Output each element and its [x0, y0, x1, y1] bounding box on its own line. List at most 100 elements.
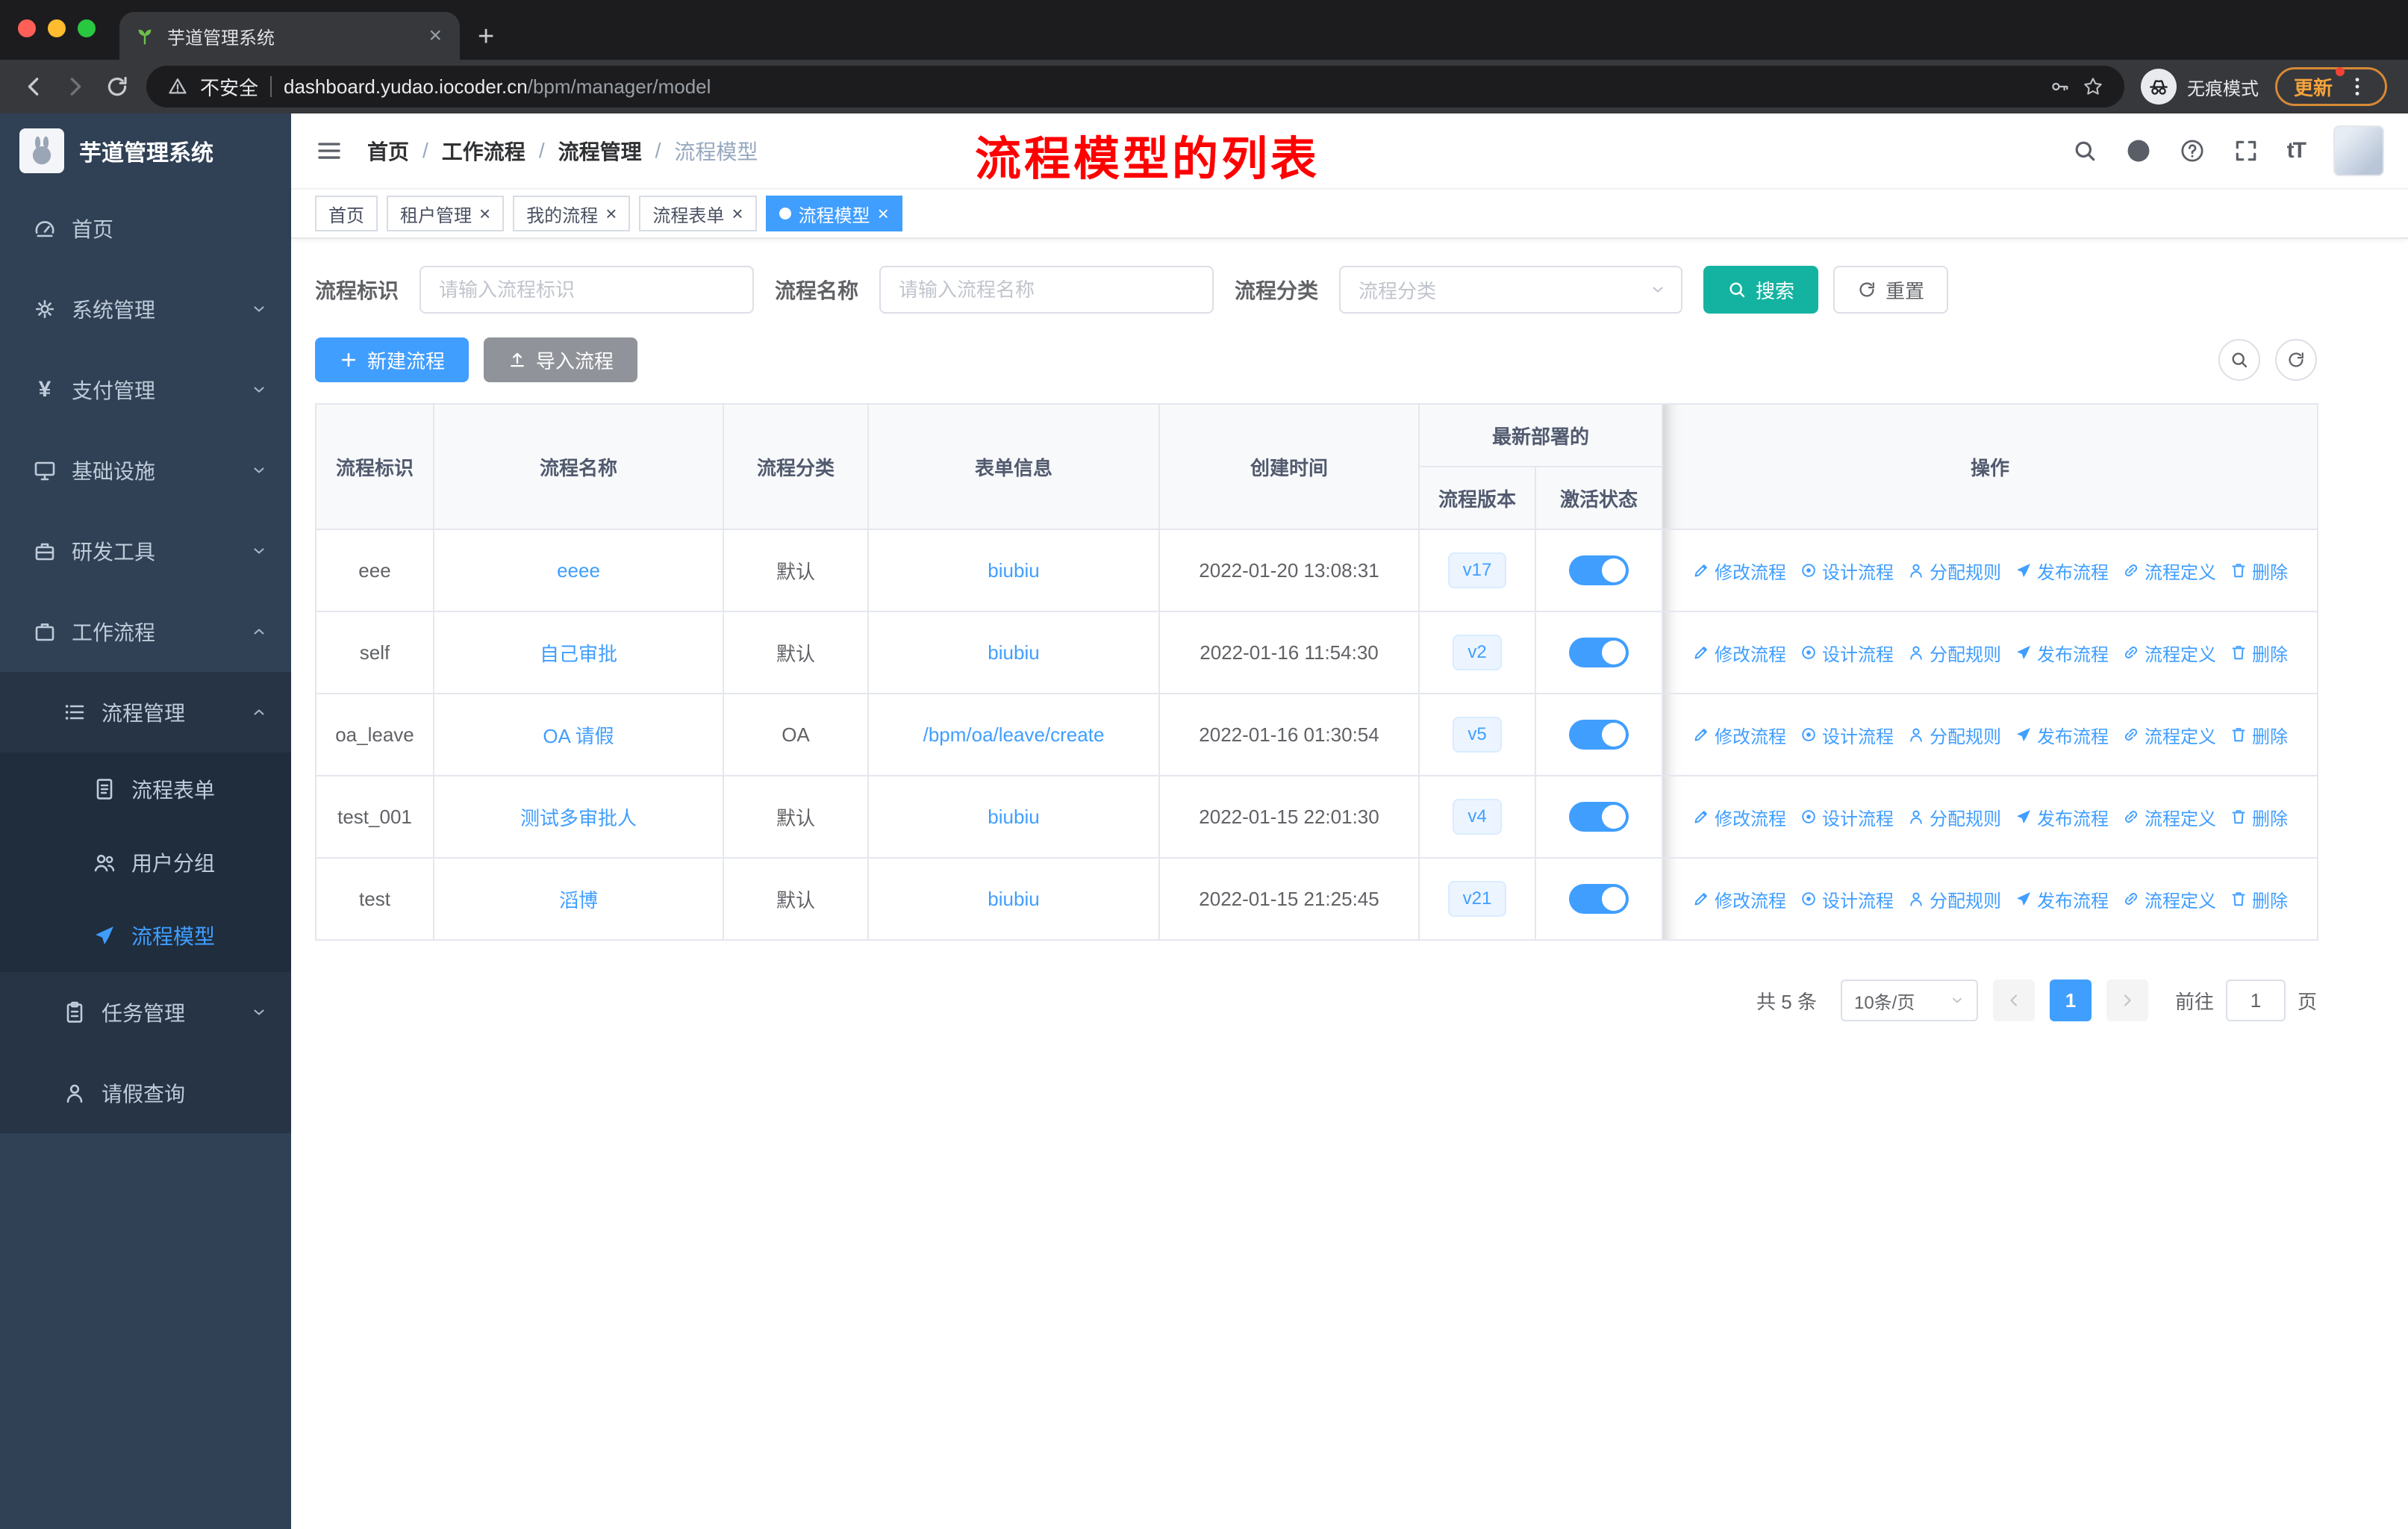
close-icon[interactable]: ×	[732, 204, 743, 223]
browser-menu-icon[interactable]	[2346, 75, 2368, 98]
sidebar-item-home[interactable]: 首页	[0, 188, 291, 269]
font-size-icon[interactable]: tT	[2287, 138, 2306, 164]
status-toggle[interactable]	[1569, 555, 1629, 585]
goto-page-input[interactable]	[2225, 980, 2286, 1021]
prev-page-button[interactable]	[1992, 980, 2035, 1021]
process-name-link[interactable]: OA 请假	[543, 725, 614, 747]
import-process-button[interactable]: 导入流程	[484, 337, 638, 382]
forward-icon[interactable]	[63, 74, 88, 99]
version-badge[interactable]: v17	[1447, 552, 1507, 588]
sidebar-item-user-group[interactable]: 用户分组	[0, 826, 291, 899]
version-badge[interactable]: v2	[1453, 635, 1502, 670]
sidebar-item-infra[interactable]: 基础设施	[0, 430, 291, 511]
op-delete-link[interactable]: 删除	[2230, 804, 2288, 830]
op-modify-link[interactable]: 修改流程	[1692, 640, 1786, 666]
sidebar-item-task-mgmt[interactable]: 任务管理	[0, 972, 291, 1053]
bookmark-star-icon[interactable]	[2083, 76, 2103, 97]
process-name-link[interactable]: 测试多审批人	[520, 807, 637, 829]
browser-tab[interactable]: 芋道管理系统 ×	[119, 12, 460, 60]
op-design-link[interactable]: 设计流程	[1800, 722, 1894, 748]
process-name-input[interactable]	[879, 266, 1214, 314]
browser-update-button[interactable]: 更新	[2274, 66, 2387, 106]
minimize-window-button[interactable]	[48, 19, 66, 37]
op-delete-link[interactable]: 删除	[2230, 886, 2288, 912]
close-icon[interactable]: ×	[479, 204, 490, 223]
sidebar-item-payment[interactable]: ¥ 支付管理	[0, 349, 291, 430]
search-button[interactable]: 搜索	[1703, 266, 1819, 314]
breadcrumb-home[interactable]: 首页	[367, 136, 409, 166]
next-page-button[interactable]	[2106, 980, 2148, 1021]
refresh-table-button[interactable]	[2275, 339, 2317, 381]
close-icon[interactable]: ×	[605, 204, 617, 223]
sidebar-item-leave-query[interactable]: 请假查询	[0, 1053, 291, 1133]
process-id-input[interactable]	[419, 266, 755, 314]
close-window-button[interactable]	[18, 19, 36, 37]
tag-home[interactable]: 首页	[315, 196, 378, 231]
sidebar-item-system[interactable]: 系统管理	[0, 269, 291, 349]
tag-process-form[interactable]: 流程表单 ×	[639, 196, 757, 231]
hamburger-menu-icon[interactable]	[315, 137, 343, 165]
process-name-link[interactable]: 自己审批	[540, 643, 617, 665]
tag-process-model[interactable]: 流程模型 ×	[765, 196, 902, 231]
page-number-button[interactable]: 1	[2049, 980, 2092, 1021]
category-select[interactable]: 流程分类	[1339, 266, 1683, 314]
key-icon[interactable]	[2050, 76, 2071, 97]
op-delete-link[interactable]: 删除	[2230, 640, 2288, 666]
status-toggle[interactable]	[1569, 638, 1629, 667]
close-icon[interactable]: ×	[878, 204, 889, 223]
sidebar-item-workflow[interactable]: 工作流程	[0, 591, 291, 672]
version-badge[interactable]: v5	[1453, 717, 1502, 753]
maximize-window-button[interactable]	[78, 19, 96, 37]
op-definition-link[interactable]: 流程定义	[2122, 640, 2216, 666]
back-icon[interactable]	[21, 74, 46, 99]
op-assign-rule-link[interactable]: 分配规则	[1907, 722, 2001, 748]
op-assign-rule-link[interactable]: 分配规则	[1907, 558, 2001, 584]
op-design-link[interactable]: 设计流程	[1800, 640, 1894, 666]
op-design-link[interactable]: 设计流程	[1800, 886, 1894, 912]
reset-button[interactable]: 重置	[1833, 266, 1949, 314]
op-modify-link[interactable]: 修改流程	[1692, 722, 1786, 748]
form-info-link[interactable]: biubiu	[988, 559, 1039, 582]
op-delete-link[interactable]: 删除	[2230, 722, 2288, 748]
form-info-link[interactable]: /bpm/oa/leave/create	[923, 723, 1105, 746]
github-icon[interactable]	[2126, 138, 2151, 164]
op-definition-link[interactable]: 流程定义	[2122, 804, 2216, 830]
avatar[interactable]	[2333, 125, 2384, 176]
op-publish-link[interactable]: 发布流程	[2015, 886, 2109, 912]
op-modify-link[interactable]: 修改流程	[1692, 886, 1786, 912]
fullscreen-icon[interactable]	[2233, 138, 2259, 164]
op-definition-link[interactable]: 流程定义	[2122, 722, 2216, 748]
op-publish-link[interactable]: 发布流程	[2015, 640, 2109, 666]
form-info-link[interactable]: biubiu	[988, 641, 1039, 664]
version-badge[interactable]: v4	[1453, 799, 1502, 835]
sidebar-item-dev-tools[interactable]: 研发工具	[0, 511, 291, 591]
status-toggle[interactable]	[1569, 884, 1629, 914]
close-tab-icon[interactable]: ×	[425, 25, 445, 47]
op-modify-link[interactable]: 修改流程	[1692, 558, 1786, 584]
sidebar-item-process-form[interactable]: 流程表单	[0, 753, 291, 826]
tag-tenant[interactable]: 租户管理 ×	[387, 196, 505, 231]
search-icon[interactable]	[2072, 138, 2097, 164]
op-definition-link[interactable]: 流程定义	[2122, 886, 2216, 912]
process-name-link[interactable]: 滔博	[559, 889, 598, 912]
op-publish-link[interactable]: 发布流程	[2015, 804, 2109, 830]
breadcrumb-workflow[interactable]: 工作流程	[442, 136, 525, 166]
op-definition-link[interactable]: 流程定义	[2122, 558, 2216, 584]
sidebar-item-process-model[interactable]: 流程模型	[0, 899, 291, 972]
op-modify-link[interactable]: 修改流程	[1692, 804, 1786, 830]
create-process-button[interactable]: 新建流程	[315, 337, 470, 382]
op-delete-link[interactable]: 删除	[2230, 558, 2288, 584]
op-assign-rule-link[interactable]: 分配规则	[1907, 640, 2001, 666]
status-toggle[interactable]	[1569, 802, 1629, 832]
op-publish-link[interactable]: 发布流程	[2015, 722, 2109, 748]
version-badge[interactable]: v21	[1447, 881, 1507, 917]
form-info-link[interactable]: biubiu	[988, 888, 1039, 910]
new-tab-button[interactable]: +	[478, 22, 494, 51]
address-bar[interactable]: 不安全 dashboard.yudao.iocoder.cn/bpm/manag…	[146, 66, 2124, 108]
op-assign-rule-link[interactable]: 分配规则	[1907, 886, 2001, 912]
page-size-select[interactable]: 10条/页	[1840, 980, 1978, 1021]
process-name-link[interactable]: eeee	[557, 559, 600, 582]
op-design-link[interactable]: 设计流程	[1800, 558, 1894, 584]
breadcrumb-process-mgmt[interactable]: 流程管理	[558, 136, 642, 166]
reload-icon[interactable]	[105, 74, 130, 99]
